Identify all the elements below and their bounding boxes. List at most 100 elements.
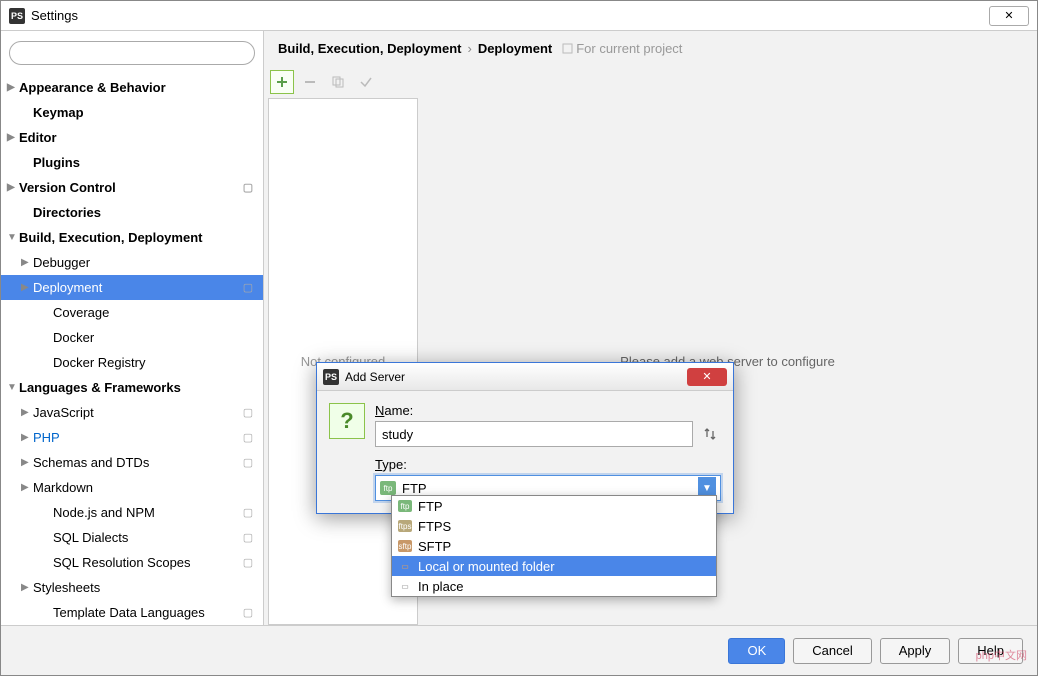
window-close-button[interactable]: ✕ <box>989 6 1029 26</box>
sidebar-item-keymap[interactable]: Keymap <box>1 100 263 125</box>
inplace-icon: ▭ <box>398 580 412 592</box>
dialog-footer: OK Cancel Apply Help php中文网 <box>1 625 1037 675</box>
ftps-icon: ftps <box>398 520 412 532</box>
type-option-ftps[interactable]: ftps FTPS <box>392 516 716 536</box>
type-label: Type: <box>375 457 721 472</box>
add-server-button[interactable] <box>270 70 294 94</box>
app-icon: PS <box>9 8 25 24</box>
sidebar-item-label: Debugger <box>33 255 263 270</box>
project-icon <box>562 43 573 54</box>
sidebar-item-sql-resolution-scopes[interactable]: SQL Resolution Scopes▢ <box>1 550 263 575</box>
sidebar-item-label: SQL Dialects <box>53 530 241 545</box>
minus-icon <box>303 75 317 89</box>
option-label: In place <box>418 579 464 594</box>
sidebar-item-javascript[interactable]: ▶JavaScript▢ <box>1 400 263 425</box>
local-icon: ▭ <box>398 560 412 572</box>
sidebar-item-node-js-and-npm[interactable]: Node.js and NPM▢ <box>1 500 263 525</box>
sidebar-item-label: Directories <box>33 205 263 220</box>
tree-arrow-icon: ▶ <box>21 407 33 418</box>
option-label: FTP <box>418 499 443 514</box>
sidebar-item-label: Stylesheets <box>33 580 263 595</box>
option-label: FTPS <box>418 519 451 534</box>
project-badge-icon: ▢ <box>241 181 255 195</box>
server-name-input[interactable] <box>375 421 693 447</box>
remove-server-button[interactable] <box>298 70 322 94</box>
sidebar-item-label: Docker Registry <box>53 355 263 370</box>
sidebar-item-markdown[interactable]: ▶Markdown <box>1 475 263 500</box>
type-option-ftp[interactable]: ftp FTP <box>392 496 716 516</box>
sidebar-item-template-data-languages[interactable]: Template Data Languages▢ <box>1 600 263 625</box>
apply-button[interactable]: Apply <box>880 638 951 664</box>
dialog-title: Add Server <box>345 370 687 384</box>
sidebar-item-editor[interactable]: ▶Editor <box>1 125 263 150</box>
sidebar-item-stylesheets[interactable]: ▶Stylesheets <box>1 575 263 600</box>
dialog-titlebar: PS Add Server ✕ <box>317 363 733 391</box>
add-server-dialog: PS Add Server ✕ ? Name: Type: ftp FTP ▼ … <box>316 362 734 514</box>
sidebar-item-label: Keymap <box>33 105 263 120</box>
tree-arrow-icon: ▶ <box>21 257 33 268</box>
project-badge-icon: ▢ <box>241 431 255 445</box>
sidebar-item-sql-dialects[interactable]: SQL Dialects▢ <box>1 525 263 550</box>
search-input[interactable] <box>9 41 255 65</box>
window-title: Settings <box>31 8 989 23</box>
project-badge-icon: ▢ <box>241 506 255 520</box>
settings-sidebar: ▶Appearance & BehaviorKeymap▶EditorPlugi… <box>1 31 264 625</box>
sidebar-item-label: Docker <box>53 330 263 345</box>
settings-tree[interactable]: ▶Appearance & BehaviorKeymap▶EditorPlugi… <box>1 75 263 625</box>
sidebar-item-label: Template Data Languages <box>53 605 241 620</box>
ftp-icon: ftp <box>380 481 396 495</box>
sidebar-item-label: Build, Execution, Deployment <box>19 230 263 245</box>
sidebar-item-label: Markdown <box>33 480 263 495</box>
sidebar-item-deployment[interactable]: ▶Deployment▢ <box>1 275 263 300</box>
sidebar-item-label: PHP <box>33 430 241 445</box>
sidebar-item-languages-frameworks[interactable]: ▼Languages & Frameworks <box>1 375 263 400</box>
sidebar-item-label: Appearance & Behavior <box>19 80 263 95</box>
project-badge-icon: ▢ <box>241 281 255 295</box>
sidebar-item-label: SQL Resolution Scopes <box>53 555 241 570</box>
dialog-close-button[interactable]: ✕ <box>687 368 727 386</box>
tree-arrow-icon: ▶ <box>21 282 33 293</box>
ok-button[interactable]: OK <box>728 638 785 664</box>
sidebar-item-docker[interactable]: Docker <box>1 325 263 350</box>
sort-button[interactable] <box>699 423 721 445</box>
sidebar-item-build-execution-deployment[interactable]: ▼Build, Execution, Deployment <box>1 225 263 250</box>
sidebar-item-docker-registry[interactable]: Docker Registry <box>1 350 263 375</box>
plus-icon <box>275 75 289 89</box>
tree-arrow-icon: ▶ <box>7 82 19 93</box>
type-option-sftp[interactable]: sftpSFTP <box>392 536 716 556</box>
type-option-in-place[interactable]: ▭ In place <box>392 576 716 596</box>
sidebar-item-php[interactable]: ▶PHP▢ <box>1 425 263 450</box>
set-default-button[interactable] <box>354 70 378 94</box>
sidebar-item-label: Coverage <box>53 305 263 320</box>
type-dropdown[interactable]: ftp FTP ftps FTPS sftpSFTP▭Local or mounted … <box>391 495 717 597</box>
ftp-icon: ftp <box>398 500 412 512</box>
breadcrumb-part1: Build, Execution, Deployment <box>278 41 461 56</box>
sidebar-item-coverage[interactable]: Coverage <box>1 300 263 325</box>
check-icon <box>359 75 373 89</box>
tree-arrow-icon: ▶ <box>21 582 33 593</box>
sidebar-item-directories[interactable]: Directories <box>1 200 263 225</box>
project-badge-icon: ▢ <box>241 406 255 420</box>
project-badge-icon: ▢ <box>241 531 255 545</box>
sidebar-item-label: JavaScript <box>33 405 241 420</box>
dialog-app-icon: PS <box>323 369 339 385</box>
search-box <box>9 41 255 65</box>
project-badge-icon: ▢ <box>241 556 255 570</box>
help-icon[interactable]: ? <box>329 403 365 439</box>
sidebar-item-label: Node.js and NPM <box>53 505 241 520</box>
sidebar-item-appearance-behavior[interactable]: ▶Appearance & Behavior <box>1 75 263 100</box>
tree-arrow-icon: ▶ <box>21 457 33 468</box>
cancel-button[interactable]: Cancel <box>793 638 871 664</box>
sidebar-item-plugins[interactable]: Plugins <box>1 150 263 175</box>
titlebar: PS Settings ✕ <box>1 1 1037 31</box>
copy-server-button[interactable] <box>326 70 350 94</box>
sidebar-item-schemas-and-dtds[interactable]: ▶Schemas and DTDs▢ <box>1 450 263 475</box>
dialog-form: Name: Type: ftp FTP ▼ <box>375 403 721 501</box>
tree-arrow-icon: ▼ <box>7 382 19 393</box>
type-option-local-or-mounted-folder[interactable]: ▭Local or mounted folder <box>392 556 716 576</box>
sidebar-item-label: Version Control <box>19 180 241 195</box>
sidebar-item-version-control[interactable]: ▶Version Control▢ <box>1 175 263 200</box>
sidebar-item-label: Plugins <box>33 155 263 170</box>
project-badge-icon: ▢ <box>241 456 255 470</box>
sidebar-item-debugger[interactable]: ▶Debugger <box>1 250 263 275</box>
